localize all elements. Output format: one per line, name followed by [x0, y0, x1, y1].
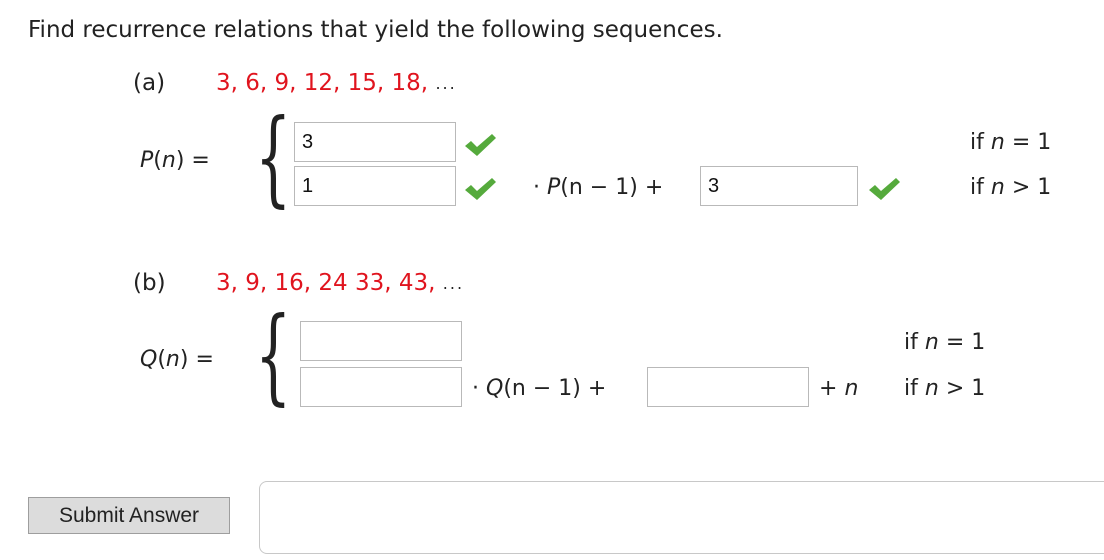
- part-a-ellipsis: ...: [435, 74, 457, 93]
- part-b-const-input[interactable]: [647, 367, 809, 407]
- condition-rel: = 1: [1011, 130, 1052, 155]
- part-b-ellipsis: ...: [442, 274, 465, 293]
- part-b-sequence-terms: 3, 9, 16, 24 33, 43,: [216, 270, 436, 296]
- part-b-func-name: Q: [140, 347, 158, 372]
- condition-if: if: [904, 330, 918, 355]
- part-a-function: P(n) =: [140, 148, 210, 173]
- condition-if: if: [970, 175, 984, 200]
- part-b-tail: + n: [819, 376, 858, 401]
- part-b-recurrence: · Q(n − 1) +: [472, 376, 607, 401]
- part-b-base-input[interactable]: [300, 321, 462, 361]
- part-a-recur-func: P: [547, 175, 561, 200]
- part-b-equals: =: [195, 347, 214, 372]
- part-b-func-arg: n: [165, 347, 180, 372]
- part-b-recur-arg: n − 1: [511, 376, 573, 401]
- part-b-coef-input[interactable]: [300, 367, 462, 407]
- condition-var: n: [990, 175, 1005, 200]
- part-a-brace: {: [255, 96, 292, 218]
- part-a-condition-2: if n > 1: [970, 175, 1051, 200]
- condition-rel: > 1: [945, 376, 986, 401]
- part-a-func-name: P: [140, 148, 154, 173]
- part-b-recur-func: Q: [486, 376, 504, 401]
- condition-if: if: [970, 130, 984, 155]
- feedback-panel: [259, 481, 1104, 554]
- condition-var: n: [924, 376, 939, 401]
- part-b-brace: {: [255, 294, 292, 416]
- part-b-plus: +: [587, 376, 607, 401]
- part-a-recurrence: · P(n − 1) +: [533, 175, 664, 200]
- part-a-recur-arg: n − 1: [568, 175, 630, 200]
- part-a-coef-input[interactable]: [294, 166, 456, 206]
- part-b-condition-2: if n > 1: [904, 376, 985, 401]
- condition-var: n: [924, 330, 939, 355]
- condition-rel: = 1: [945, 330, 986, 355]
- part-b-tail-var: n: [844, 376, 859, 401]
- part-b-tail-plus: +: [819, 376, 838, 401]
- check-icon: [465, 178, 496, 200]
- part-b-condition-1: if n = 1: [904, 330, 985, 355]
- part-a-dot: ·: [533, 175, 540, 200]
- part-a-sequence-terms: 3, 6, 9, 12, 15, 18,: [216, 70, 429, 96]
- part-b-sequence: 3, 9, 16, 24 33, 43, ...: [216, 270, 464, 296]
- part-a-equals: =: [191, 148, 210, 173]
- part-b-dot: ·: [472, 376, 479, 401]
- part-a-condition-1: if n = 1: [970, 130, 1051, 155]
- part-a-label: (a): [133, 70, 166, 96]
- part-a-plus: +: [644, 175, 664, 200]
- check-icon: [869, 178, 900, 200]
- check-icon: [465, 134, 496, 156]
- condition-if: if: [904, 376, 918, 401]
- condition-rel: > 1: [1011, 175, 1052, 200]
- part-b-label: (b): [133, 270, 166, 296]
- part-a-base-input[interactable]: [294, 122, 456, 162]
- part-b-function: Q(n) =: [140, 347, 214, 372]
- problem-prompt: Find recurrence relations that yield the…: [28, 17, 723, 43]
- part-a-func-arg: n: [161, 148, 176, 173]
- submit-answer-button[interactable]: Submit Answer: [28, 497, 230, 534]
- part-a-const-input[interactable]: [700, 166, 858, 206]
- part-a-sequence: 3, 6, 9, 12, 15, 18, ...: [216, 70, 457, 96]
- condition-var: n: [990, 130, 1005, 155]
